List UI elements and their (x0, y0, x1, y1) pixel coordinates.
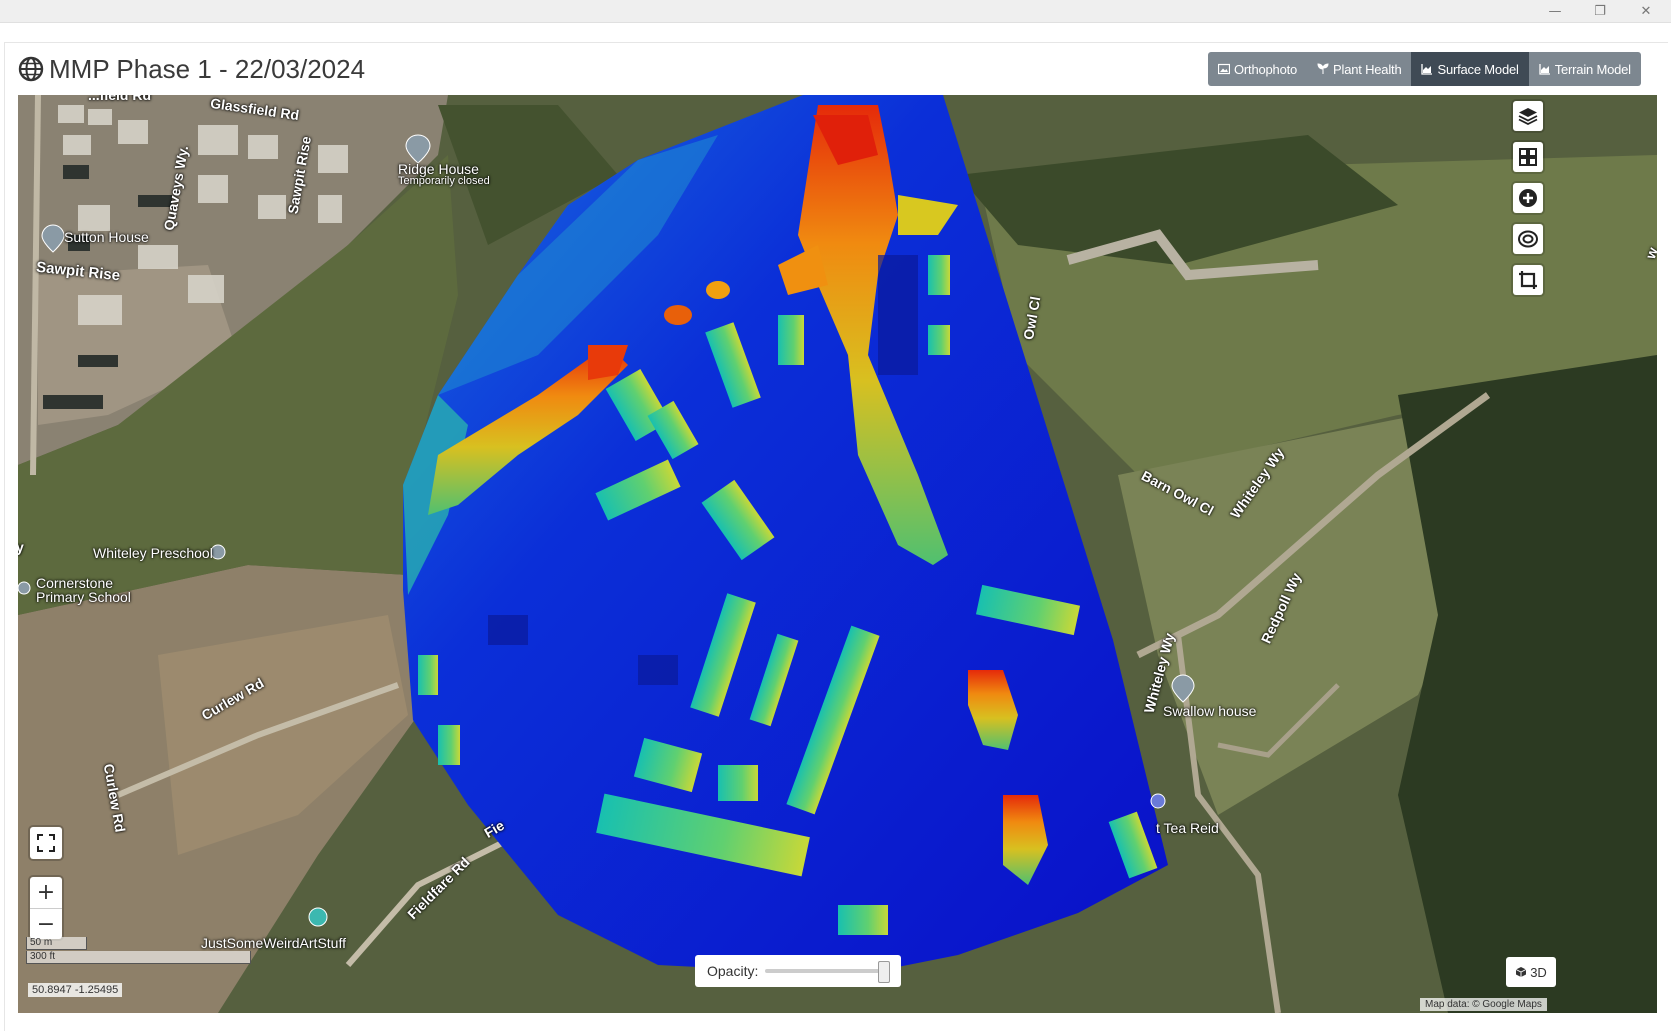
street-label: ...field Rd (88, 95, 151, 103)
window-titlebar (0, 0, 1671, 23)
layers-button[interactable] (1513, 101, 1543, 131)
chart-area-icon (1539, 64, 1550, 75)
coordinates-readout: 50.8947 -1.25495 (28, 983, 123, 997)
layers-icon (1518, 108, 1538, 126)
tab-plant-health[interactable]: Plant Health (1307, 52, 1412, 86)
tab-label: Plant Health (1333, 61, 1402, 77)
3d-label: 3D (1530, 964, 1547, 980)
fullscreen-icon (37, 834, 55, 852)
opacity-control: Opacity: (695, 955, 901, 987)
poi-label: Swallow house (1163, 703, 1257, 719)
tab-label: Terrain Model (1554, 61, 1631, 77)
poi-label: Sutton House (64, 229, 149, 245)
poi-status: Temporarily closed (398, 175, 490, 187)
zoom-out-button[interactable]: − (30, 909, 62, 940)
globe-icon (18, 56, 44, 82)
opacity-label: Opacity: (707, 963, 759, 979)
grid-icon (1519, 148, 1537, 166)
3d-view-button[interactable]: 3D (1506, 957, 1556, 987)
image-icon (1218, 63, 1230, 75)
close-icon[interactable]: ✕ (1626, 0, 1666, 22)
poi-label: Primary School (36, 589, 131, 605)
target-icon (1518, 230, 1538, 248)
opacity-slider-handle[interactable] (878, 961, 890, 983)
chart-area-icon (1421, 64, 1433, 75)
add-icon (1519, 189, 1537, 207)
poi-label: Whiteley Preschool (93, 545, 213, 561)
scale-metric: 50 m (26, 937, 87, 950)
crop-icon (1519, 271, 1537, 289)
plant-icon (1317, 63, 1329, 74)
fullscreen-button[interactable] (30, 827, 62, 859)
opacity-slider-track[interactable] (765, 969, 885, 973)
target-button[interactable] (1513, 224, 1543, 254)
add-button[interactable] (1513, 183, 1543, 213)
street-label: y (18, 539, 24, 555)
zoom-in-button[interactable]: + (30, 877, 62, 909)
scale-bar: 50 m 300 ft (26, 937, 251, 965)
poi-label: t Tea Reid (1156, 820, 1219, 836)
minimize-icon[interactable]: — (1535, 0, 1575, 22)
zoom-control: + − (30, 877, 62, 939)
layer-tabs: Orthophoto Plant Health Surface Model Te… (1208, 52, 1641, 86)
cube-icon (1515, 967, 1527, 977)
restore-icon[interactable]: ❐ (1580, 0, 1620, 22)
page-title: MMP Phase 1 - 22/03/2024 (49, 54, 366, 84)
map-attribution: Map data: © Google Maps (1420, 998, 1547, 1011)
tab-label: Orthophoto (1234, 61, 1298, 77)
crop-button[interactable] (1513, 265, 1543, 295)
grid-button[interactable] (1513, 142, 1543, 172)
satellite-basemap (18, 95, 1657, 1013)
map-view[interactable]: ...field Rd Glassfield Rd Quaveys Wy. Sa… (18, 95, 1657, 1013)
scale-imperial: 300 ft (26, 951, 251, 964)
tab-orthophoto[interactable]: Orthophoto (1208, 52, 1308, 86)
tab-surface-model[interactable]: Surface Model (1411, 52, 1529, 86)
tab-label: Surface Model (1437, 61, 1519, 77)
tab-terrain-model[interactable]: Terrain Model (1528, 52, 1641, 86)
